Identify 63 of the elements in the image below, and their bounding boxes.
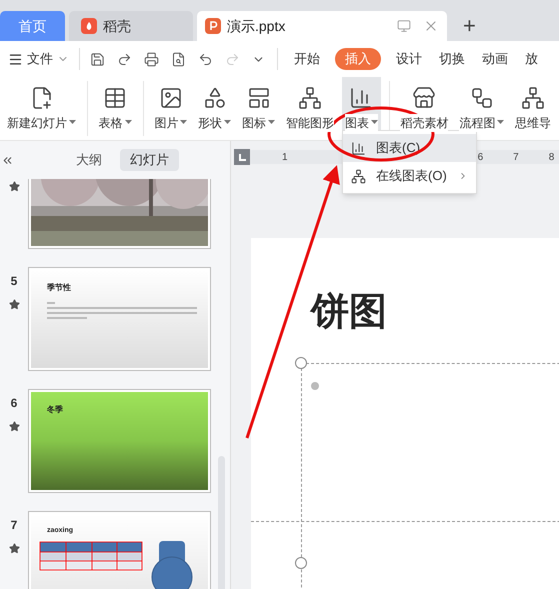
ruler-label: 7 bbox=[513, 150, 519, 164]
bar-chart-icon bbox=[349, 86, 374, 110]
flowchart-icon bbox=[470, 86, 494, 110]
panel-tab[interactable]: 幻灯片 bbox=[120, 149, 179, 171]
image-icon bbox=[158, 86, 183, 110]
ribbon-button[interactable]: 形状 bbox=[195, 77, 234, 140]
caret-icon bbox=[124, 120, 132, 125]
monitor-icon[interactable] bbox=[397, 19, 411, 33]
slide-thumbnail[interactable]: 冬季 bbox=[28, 389, 211, 493]
presentation-file-icon bbox=[205, 18, 221, 34]
ribbon-button[interactable]: 智能图形 bbox=[282, 77, 337, 140]
ribbon-tab[interactable]: 开始 bbox=[292, 49, 322, 69]
printer-icon[interactable] bbox=[144, 52, 159, 66]
ribbon-tab[interactable]: 动画 bbox=[480, 49, 510, 69]
slide-number: 5 bbox=[10, 275, 18, 287]
document-tab[interactable]: 稻壳 bbox=[69, 11, 193, 41]
shape-drawing bbox=[151, 540, 193, 589]
document-tab[interactable]: 演示.pptx bbox=[197, 11, 447, 41]
slide-thumbnail[interactable]: 季节性 bbox=[28, 267, 211, 371]
ruler-label: 1 bbox=[282, 150, 288, 164]
resize-handle[interactable] bbox=[295, 357, 307, 369]
table-icon bbox=[103, 86, 128, 110]
menu-item[interactable]: 在线图表(O) bbox=[343, 162, 476, 190]
slide-number: 7 bbox=[10, 519, 18, 531]
ribbon-button[interactable]: 图标 bbox=[239, 77, 278, 140]
mind-map-icon bbox=[521, 86, 546, 110]
ribbon-button[interactable]: 表格 bbox=[96, 77, 135, 140]
file-menu[interactable]: 文件 bbox=[8, 49, 69, 69]
save-icon[interactable] bbox=[90, 52, 105, 66]
star-icon bbox=[8, 421, 20, 432]
caret-icon bbox=[268, 120, 276, 125]
flame-logo-icon bbox=[81, 18, 97, 34]
new-tab-button[interactable]: + bbox=[451, 11, 488, 41]
caret-icon bbox=[224, 120, 232, 125]
slide-number: 6 bbox=[10, 397, 18, 409]
star-icon bbox=[8, 181, 20, 192]
caret-icon bbox=[497, 120, 504, 125]
ribbon-button[interactable]: 思维导 bbox=[512, 77, 554, 140]
star-icon bbox=[8, 299, 20, 310]
slide-title: 冬季 bbox=[47, 404, 64, 416]
ruler-label: 8 bbox=[548, 150, 554, 164]
ruler-corner-icon[interactable] bbox=[234, 149, 250, 165]
caret-icon bbox=[69, 120, 76, 125]
undo-icon[interactable] bbox=[198, 52, 213, 66]
menu-icon bbox=[8, 52, 23, 66]
diagram-icon bbox=[298, 86, 322, 110]
slide-title: 季节性 bbox=[47, 282, 72, 294]
caret-icon bbox=[370, 120, 378, 125]
ribbon-tab[interactable]: 切换 bbox=[437, 49, 467, 69]
shapes-icon bbox=[202, 86, 227, 110]
print-preview-icon[interactable] bbox=[171, 52, 186, 66]
ribbon-button[interactable]: 新建幻灯片 bbox=[4, 77, 79, 140]
ruler-label: 6 bbox=[478, 150, 484, 164]
ribbon-button[interactable]: 图片 bbox=[151, 77, 190, 140]
store-icon bbox=[412, 86, 436, 110]
panel-tab[interactable]: 大纲 bbox=[66, 149, 112, 171]
ribbon-tab[interactable]: 设计 bbox=[394, 49, 424, 69]
ribbon-tab[interactable]: 放 bbox=[523, 49, 540, 69]
resize-handle[interactable] bbox=[295, 557, 307, 569]
caret-icon bbox=[180, 120, 188, 125]
star-icon bbox=[8, 543, 20, 554]
bar-chart-icon bbox=[351, 140, 366, 156]
slide-title[interactable]: 饼图 bbox=[311, 293, 559, 331]
